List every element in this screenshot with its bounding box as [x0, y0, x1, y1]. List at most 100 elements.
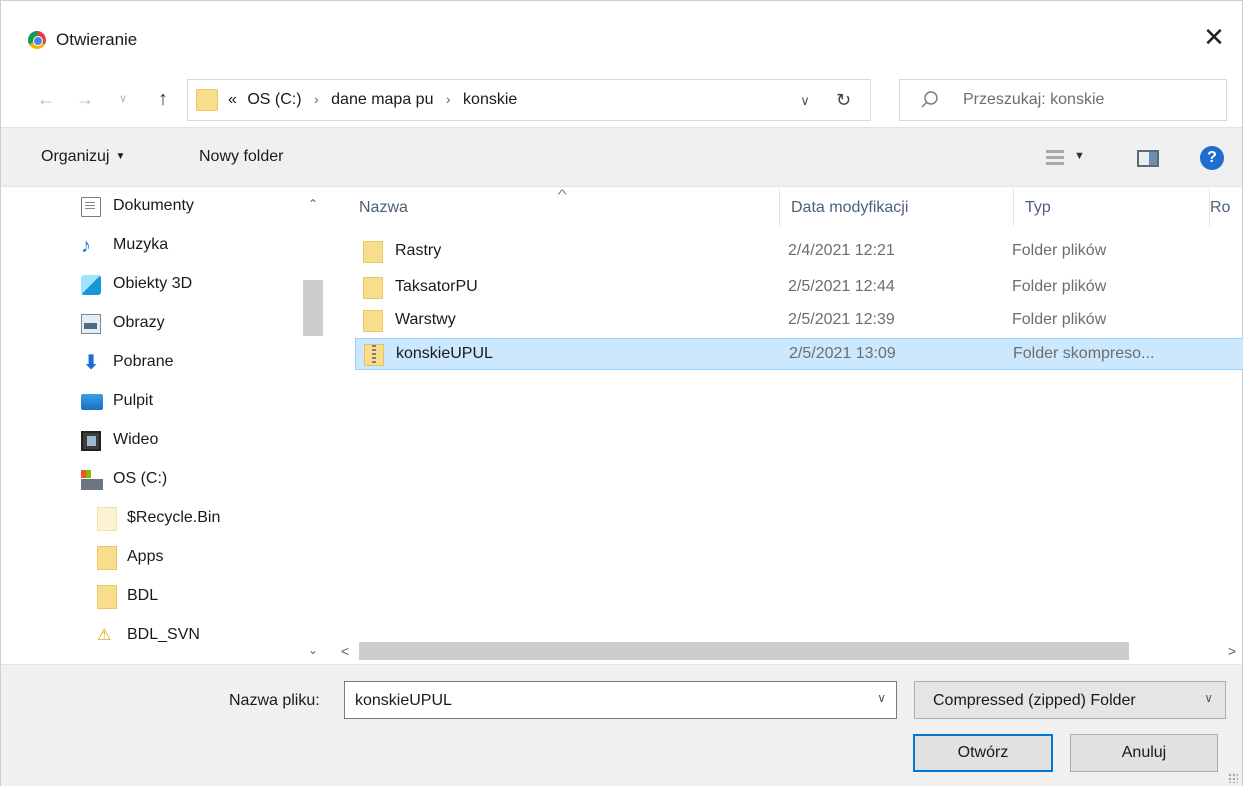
filetype-select[interactable]: Compressed (zipped) Folder ∨	[914, 681, 1226, 719]
refresh-button[interactable]: ↻	[830, 87, 856, 113]
sidebar-item-os-c[interactable]: OS (C:)	[1, 463, 301, 501]
sidebar-item-label: $Recycle.Bin	[127, 509, 221, 526]
sidebar-item-bdl[interactable]: BDL	[1, 580, 301, 618]
column-label: Typ	[1025, 199, 1051, 216]
table-row[interactable]: Warstwy 2/5/2021 12:39 Folder plików	[355, 305, 1243, 337]
breadcrumb-item-konskie[interactable]: konskie	[463, 91, 517, 108]
navigation-bar: ← → ∨ ↑ « OS (C:) › dane mapa pu › konsk…	[1, 73, 1242, 127]
scrollbar-thumb[interactable]	[359, 642, 1129, 660]
breadcrumb-separator[interactable]: ›	[446, 91, 451, 107]
resize-grip-icon[interactable]	[1228, 773, 1238, 783]
file-date: 2/5/2021 12:44	[788, 278, 895, 295]
open-button[interactable]: Otwórz	[913, 734, 1053, 772]
sidebar-item-bdl-svn[interactable]: ⚠ BDL_SVN	[1, 619, 301, 657]
breadcrumb-overflow[interactable]: «	[228, 91, 237, 108]
scroll-up-icon[interactable]: ⌃	[301, 194, 325, 214]
search-input[interactable]: Przeszukaj: konskie	[899, 79, 1227, 121]
chevron-down-icon: ▼	[1074, 150, 1085, 162]
sidebar-item-obiekty-3d[interactable]: Obiekty 3D	[1, 268, 301, 306]
sidebar-item-dokumenty[interactable]: Dokumenty	[1, 190, 301, 228]
chevron-down-icon: ∨	[1204, 691, 1213, 705]
scrollbar-thumb[interactable]	[303, 280, 323, 336]
table-row[interactable]: Rastry 2/4/2021 12:21 Folder plików	[355, 236, 1243, 268]
drive-icon	[81, 470, 103, 490]
pictures-icon	[81, 314, 101, 334]
folder-icon	[363, 277, 383, 299]
file-list-hscrollbar[interactable]: < >	[333, 638, 1243, 664]
table-row[interactable]: TaksatorPU 2/5/2021 12:44 Folder plików	[355, 272, 1243, 304]
sidebar-item-muzyka[interactable]: ♪ Muzyka	[1, 229, 301, 267]
sidebar-item-label: Obiekty 3D	[113, 275, 193, 292]
file-date: 2/5/2021 12:39	[788, 311, 895, 328]
zip-folder-icon	[364, 344, 384, 366]
chevron-down-icon[interactable]: ∨	[877, 691, 886, 705]
sidebar-item-apps[interactable]: Apps	[1, 541, 301, 579]
sidebar-scrollbar[interactable]: ⌃ ⌄	[301, 188, 325, 666]
sidebar-item-label: Pobrane	[113, 353, 174, 370]
address-history-dropdown[interactable]: ∨	[794, 89, 816, 113]
column-header-size[interactable]: Ro	[1210, 188, 1243, 226]
sidebar-item-recycle-bin[interactable]: $Recycle.Bin	[1, 502, 301, 540]
help-icon[interactable]: ?	[1200, 146, 1224, 170]
view-options-icon	[1046, 150, 1064, 166]
open-file-dialog: Otwieranie ✕ ← → ∨ ↑ « OS (C:) › dane ma…	[0, 0, 1243, 786]
change-view-button[interactable]: ▼	[1046, 148, 1090, 170]
folder-icon	[97, 546, 117, 570]
sidebar-item-label: BDL	[127, 587, 159, 604]
new-folder-button[interactable]: Nowy folder	[199, 148, 283, 166]
dialog-footer: Nazwa pliku: konskieUPUL ∨ Compressed (z…	[1, 664, 1242, 786]
cancel-button[interactable]: Anuluj	[1070, 734, 1218, 772]
column-divider[interactable]	[779, 188, 780, 226]
sidebar-item-pulpit[interactable]: Pulpit	[1, 385, 301, 423]
music-icon: ♪	[81, 235, 91, 257]
scroll-down-icon[interactable]: ⌄	[301, 640, 325, 660]
sidebar-item-label: Wideo	[113, 431, 159, 448]
breadcrumb-item-os-c[interactable]: OS (C:)	[247, 91, 301, 108]
file-name: Warstwy	[395, 311, 456, 328]
chrome-icon	[28, 31, 46, 49]
folder-icon	[363, 310, 383, 332]
svn-folder-icon: ⚠	[97, 627, 112, 644]
breadcrumb: « OS (C:) › dane mapa pu › konskie	[228, 91, 517, 109]
3d-objects-icon	[81, 275, 101, 295]
up-button[interactable]: ↑	[152, 87, 174, 111]
desktop-icon	[81, 394, 103, 410]
videos-icon	[81, 431, 101, 451]
sidebar-item-pobrane[interactable]: ⬇ Pobrane	[1, 346, 301, 384]
folder-icon	[363, 241, 383, 263]
organize-button[interactable]: Organizuj ▼	[41, 148, 125, 166]
title-bar: Otwieranie ✕	[1, 1, 1242, 73]
recent-locations-button[interactable]: ∨	[112, 87, 134, 111]
navigation-pane: Dokumenty ♪ Muzyka Obiekty 3D Obrazy ⬇ P…	[1, 188, 329, 666]
breadcrumb-separator[interactable]: ›	[314, 91, 319, 107]
address-bar[interactable]: « OS (C:) › dane mapa pu › konskie ∨ ↻	[187, 79, 871, 121]
column-header-name[interactable]: Nazwa	[357, 188, 785, 226]
forward-button[interactable]: →	[74, 87, 96, 111]
downloads-icon: ⬇	[82, 352, 100, 374]
column-divider[interactable]	[1013, 188, 1014, 226]
search-placeholder: Przeszukaj: konskie	[963, 91, 1105, 108]
column-header-type[interactable]: Typ	[1023, 188, 1203, 226]
back-button[interactable]: ←	[35, 87, 57, 111]
breadcrumb-item-dane-mapa-pu[interactable]: dane mapa pu	[331, 91, 433, 108]
sidebar-item-wideo[interactable]: Wideo	[1, 424, 301, 462]
documents-icon	[81, 197, 101, 217]
sidebar-item-label: Muzyka	[113, 236, 169, 253]
preview-pane-icon[interactable]	[1137, 150, 1159, 167]
table-row-selected[interactable]: konskieUPUL 2/5/2021 13:09 Folder skompr…	[355, 338, 1243, 370]
dialog-title: Otwieranie	[56, 30, 138, 49]
file-name: Rastry	[395, 242, 442, 259]
file-date: 2/5/2021 13:09	[789, 345, 896, 362]
filename-field[interactable]: konskieUPUL ∨	[344, 681, 897, 719]
folder-icon	[97, 585, 117, 609]
folder-icon	[97, 507, 117, 531]
scroll-left-icon[interactable]: <	[333, 638, 357, 664]
sidebar-item-label: Apps	[127, 548, 164, 565]
column-header-date[interactable]: Data modyfikacji	[789, 188, 1009, 226]
sidebar-item-label: Obrazy	[113, 314, 165, 331]
scroll-right-icon[interactable]: >	[1220, 638, 1243, 664]
file-type: Folder plików	[1012, 278, 1107, 295]
sidebar-item-label: OS (C:)	[113, 470, 168, 487]
sidebar-item-obrazy[interactable]: Obrazy	[1, 307, 301, 345]
close-button[interactable]: ✕	[1200, 23, 1228, 51]
